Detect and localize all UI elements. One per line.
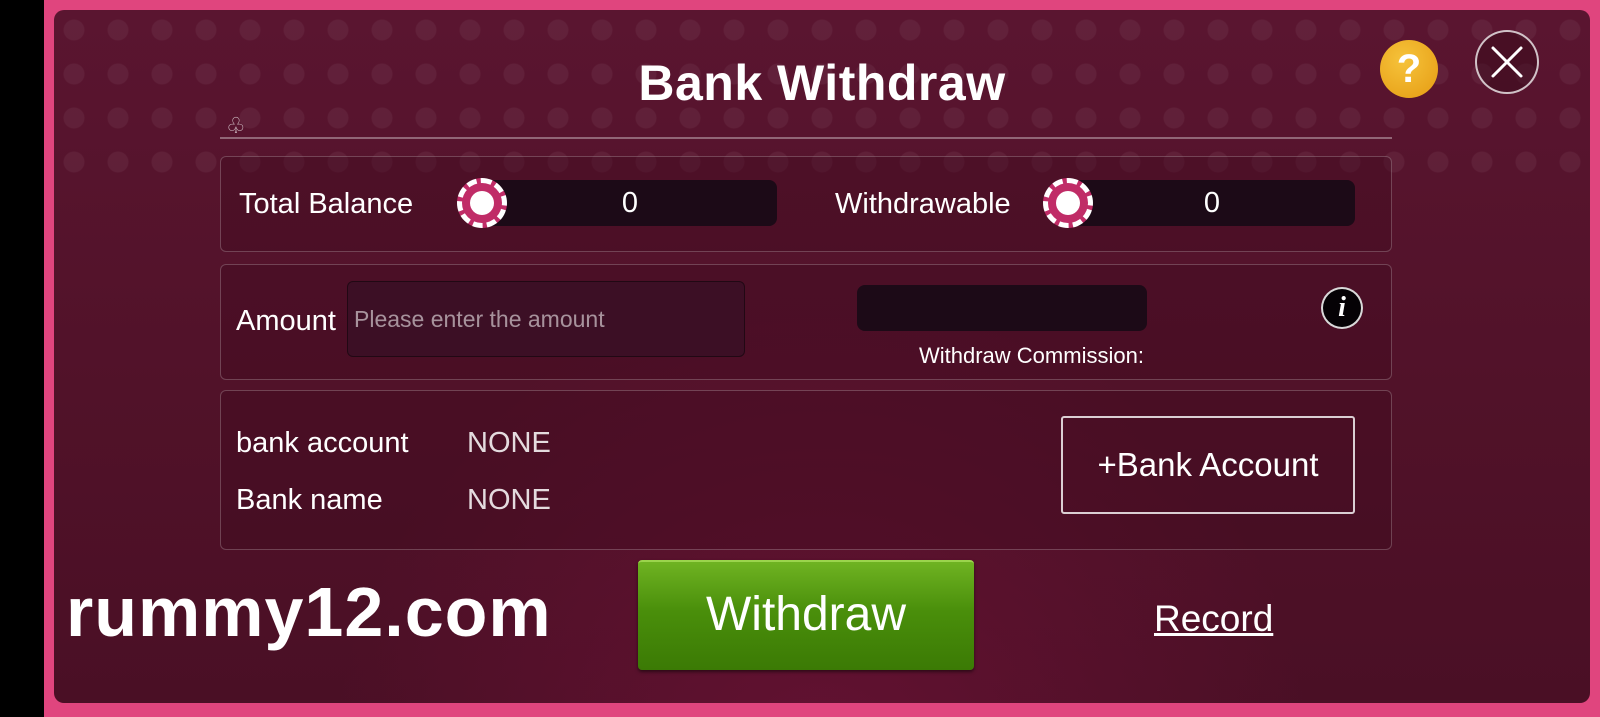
add-bank-account-button[interactable]: +Bank Account: [1061, 416, 1355, 514]
help-icon[interactable]: ?: [1380, 40, 1438, 98]
bank-name-label: Bank name: [236, 484, 383, 516]
total-balance-label: Total Balance: [239, 188, 414, 220]
info-icon[interactable]: i: [1321, 287, 1363, 329]
bank-name-value: NONE: [467, 484, 551, 516]
withdraw-button[interactable]: Withdraw: [638, 560, 974, 670]
chip-icon: [457, 178, 507, 228]
withdrawable-value: 0: [1069, 180, 1355, 226]
record-link[interactable]: Record: [1154, 598, 1273, 640]
amount-panel: Amount Withdraw Commission: i: [220, 264, 1392, 380]
amount-label: Amount: [236, 305, 336, 337]
close-icon: [1491, 46, 1523, 78]
bank-info-panel: bank account NONE Bank name NONE +Bank A…: [220, 390, 1392, 550]
chip-icon: [1043, 178, 1093, 228]
bank-account-label: bank account: [236, 427, 409, 459]
dialog-title: Bank Withdraw: [638, 55, 1006, 111]
close-button[interactable]: [1475, 30, 1539, 94]
amount-input[interactable]: [347, 281, 745, 357]
withdraw-commission-label: Withdraw Commission:: [919, 343, 1144, 368]
total-balance-value: 0: [483, 180, 777, 226]
withdrawable-label: Withdrawable: [835, 188, 1011, 220]
title-divider: [220, 137, 1392, 139]
commission-value-box: [857, 285, 1147, 331]
balance-panel: Total Balance 0 Withdrawable 0: [220, 156, 1392, 252]
watermark-text: rummy12.com: [66, 573, 552, 651]
club-suit-icon: ♧: [226, 113, 246, 138]
bank-account-value: NONE: [467, 427, 551, 459]
